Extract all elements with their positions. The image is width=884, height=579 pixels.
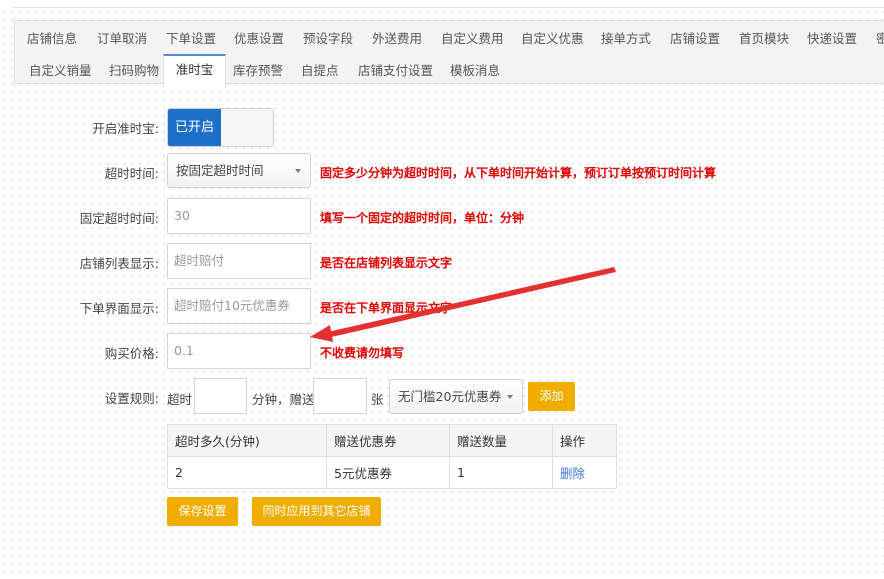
tab-template-messages[interactable]: 模板消息 bbox=[444, 54, 506, 84]
chevron-down-icon bbox=[507, 394, 513, 399]
tab-preset-fields[interactable]: 预设字段 bbox=[297, 22, 359, 52]
rules-table: 超时多久(分钟) 赠送优惠券 赠送数量 操作 2 5元优惠券 1 删除 bbox=[167, 424, 617, 489]
tab-delivery-fee[interactable]: 外送费用 bbox=[366, 22, 428, 52]
timeout-label: 超时时间: bbox=[104, 166, 159, 181]
col-minutes: 超时多久(分钟) bbox=[167, 424, 327, 457]
tab-scan-shopping[interactable]: 扫码购物 bbox=[103, 54, 165, 84]
tab-store-info[interactable]: 店铺信息 bbox=[21, 22, 83, 52]
tab-stock-alert[interactable]: 库存预警 bbox=[227, 54, 289, 84]
chevron-down-icon bbox=[295, 168, 301, 173]
cell-quantity: 1 bbox=[449, 456, 553, 489]
tab-accept-mode[interactable]: 接单方式 bbox=[595, 22, 657, 52]
add-rule-button[interactable]: 添加 bbox=[528, 382, 575, 411]
table-row: 2 5元优惠券 1 删除 bbox=[167, 456, 617, 489]
enable-toggle[interactable]: 已开启 bbox=[167, 108, 274, 147]
tab-custom-sales[interactable]: 自定义销量 bbox=[23, 54, 98, 84]
coupon-select-value: 无门槛20元优惠券 bbox=[398, 389, 502, 404]
toggle-on-state: 已开启 bbox=[168, 109, 221, 146]
tab-custom-fee[interactable]: 自定义费用 bbox=[435, 22, 510, 52]
store-list-hint: 是否在店铺列表显示文字 bbox=[320, 256, 453, 270]
tab-express-settings[interactable]: 快递设置 bbox=[801, 22, 863, 52]
annotation-arrow bbox=[310, 267, 616, 342]
delete-link[interactable]: 删除 bbox=[560, 466, 585, 481]
tab-order-settings[interactable]: 下单设置 bbox=[160, 22, 222, 52]
timeout-hint: 固定多少分钟为超时时间，从下单时间开始计算，预订订单按预订时间计算 bbox=[320, 166, 717, 180]
col-coupon: 赠送优惠券 bbox=[326, 424, 450, 457]
rule-quantity-input[interactable] bbox=[313, 378, 367, 414]
timeout-select[interactable]: 按固定超时时间 bbox=[167, 153, 311, 188]
tab-custom-discount[interactable]: 自定义优惠 bbox=[515, 22, 590, 52]
tab-pickup-points[interactable]: 自提点 bbox=[295, 54, 345, 84]
table-header-row: 超时多久(分钟) 赠送优惠券 赠送数量 操作 bbox=[167, 424, 617, 457]
rule-unit-text: 张 bbox=[371, 392, 384, 407]
fixed-timeout-label: 固定超时时间: bbox=[79, 211, 159, 226]
order-page-hint: 是否在下单界面显示文字 bbox=[320, 301, 453, 315]
store-list-label: 店铺列表显示: bbox=[79, 256, 159, 271]
tab-on-time-guarantee[interactable]: 准时宝 bbox=[163, 54, 226, 87]
rule-timeout-text: 超时 bbox=[167, 392, 193, 407]
fixed-timeout-hint: 填写一个固定的超时时间，单位：分钟 bbox=[320, 211, 525, 225]
cell-coupon: 5元优惠券 bbox=[326, 456, 450, 489]
rule-label: 设置规则: bbox=[104, 391, 159, 406]
price-input[interactable]: 0.1 bbox=[167, 333, 311, 369]
tab-discount-settings[interactable]: 优惠设置 bbox=[228, 22, 290, 52]
top-divider bbox=[0, 0, 884, 8]
tab-shop-settings[interactable]: 店铺设置 bbox=[664, 22, 726, 52]
price-label: 购买价格: bbox=[104, 346, 159, 361]
settings-tab-bar: 店铺信息 订单取消 下单设置 优惠设置 预设字段 外送费用 自定义费用 自定义优… bbox=[14, 20, 884, 87]
store-list-input[interactable]: 超时赔付 bbox=[167, 243, 311, 279]
tab-more[interactable]: 密 bbox=[870, 22, 884, 52]
cell-action: 删除 bbox=[552, 456, 617, 489]
timeout-select-value: 按固定超时时间 bbox=[176, 163, 264, 178]
tab-order-cancel[interactable]: 订单取消 bbox=[91, 22, 153, 52]
col-quantity: 赠送数量 bbox=[449, 424, 553, 457]
apply-all-stores-button[interactable]: 同时应用到其它店铺 bbox=[252, 497, 381, 526]
rule-minutes-input[interactable] bbox=[194, 378, 247, 414]
col-action: 操作 bbox=[552, 424, 617, 457]
tab-payment-settings[interactable]: 店铺支付设置 bbox=[352, 54, 439, 84]
enable-label: 开启准时宝: bbox=[92, 121, 159, 136]
save-settings-button[interactable]: 保存设置 bbox=[167, 497, 238, 526]
order-page-input[interactable]: 超时赔付10元优惠券 bbox=[167, 288, 311, 324]
tab-home-modules[interactable]: 首页模块 bbox=[733, 22, 795, 52]
coupon-select[interactable]: 无门槛20元优惠券 bbox=[389, 379, 523, 414]
price-hint: 不收费请勿填写 bbox=[320, 346, 405, 360]
fixed-timeout-input[interactable]: 30 bbox=[167, 198, 311, 234]
rule-minutes-text: 分钟，赠送 bbox=[252, 392, 315, 407]
cell-minutes: 2 bbox=[167, 456, 327, 489]
order-page-label: 下单界面显示: bbox=[79, 301, 159, 316]
